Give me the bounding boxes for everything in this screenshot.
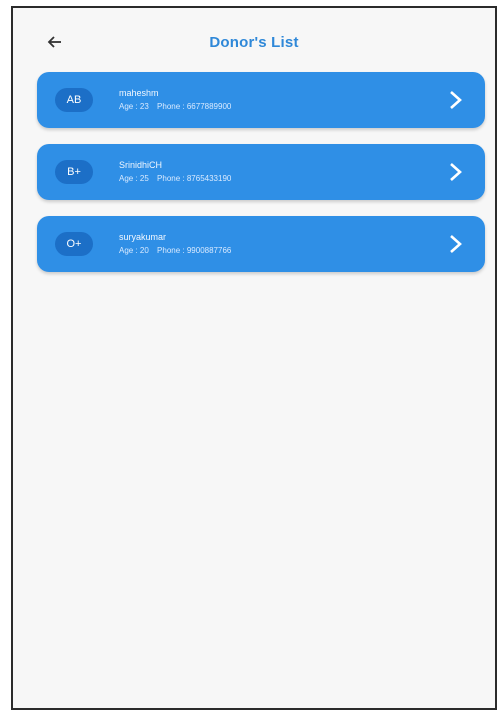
- donor-card[interactable]: B+ SrinidhiCH Age : 25 Phone : 876543319…: [37, 144, 485, 200]
- donor-info: SrinidhiCH Age : 25 Phone : 8765433190: [119, 160, 237, 184]
- donor-name: suryakumar: [119, 232, 167, 242]
- blood-group-badge: B+: [55, 160, 93, 184]
- donor-info: suryakumar Age : 20 Phone : 9900887766: [119, 232, 237, 256]
- donor-phone: Phone : 8765433190: [157, 174, 232, 183]
- chevron-right-icon[interactable]: [447, 233, 465, 255]
- donor-card[interactable]: AB maheshm Age : 23 Phone : 6677889900: [37, 72, 485, 128]
- donor-phone: Phone : 9900887766: [157, 246, 232, 255]
- blood-group-badge: O+: [55, 232, 93, 256]
- donor-age: Age : 23: [119, 102, 149, 111]
- page-title: Donor's List: [209, 34, 299, 51]
- donor-card[interactable]: O+ suryakumar Age : 20 Phone : 990088776…: [37, 216, 485, 272]
- donor-name: maheshm: [119, 88, 159, 98]
- donor-meta: Age : 25 Phone : 8765433190: [119, 173, 237, 184]
- donor-meta: Age : 23 Phone : 6677889900: [119, 101, 237, 112]
- phone-screen: Donor's List AB maheshm Age : 23 Phone :…: [11, 6, 497, 710]
- donor-age: Age : 25: [119, 174, 149, 183]
- donor-list: AB maheshm Age : 23 Phone : 6677889900 B…: [37, 72, 485, 288]
- donor-name: SrinidhiCH: [119, 160, 163, 170]
- donor-phone: Phone : 6677889900: [157, 102, 232, 111]
- donor-info: maheshm Age : 23 Phone : 6677889900: [119, 88, 237, 112]
- donor-age: Age : 20: [119, 246, 149, 255]
- app-bar: Donor's List: [13, 8, 495, 70]
- donor-meta: Age : 20 Phone : 9900887766: [119, 245, 237, 256]
- chevron-right-icon[interactable]: [447, 89, 465, 111]
- blood-group-badge: AB: [55, 88, 93, 112]
- chevron-right-icon[interactable]: [447, 161, 465, 183]
